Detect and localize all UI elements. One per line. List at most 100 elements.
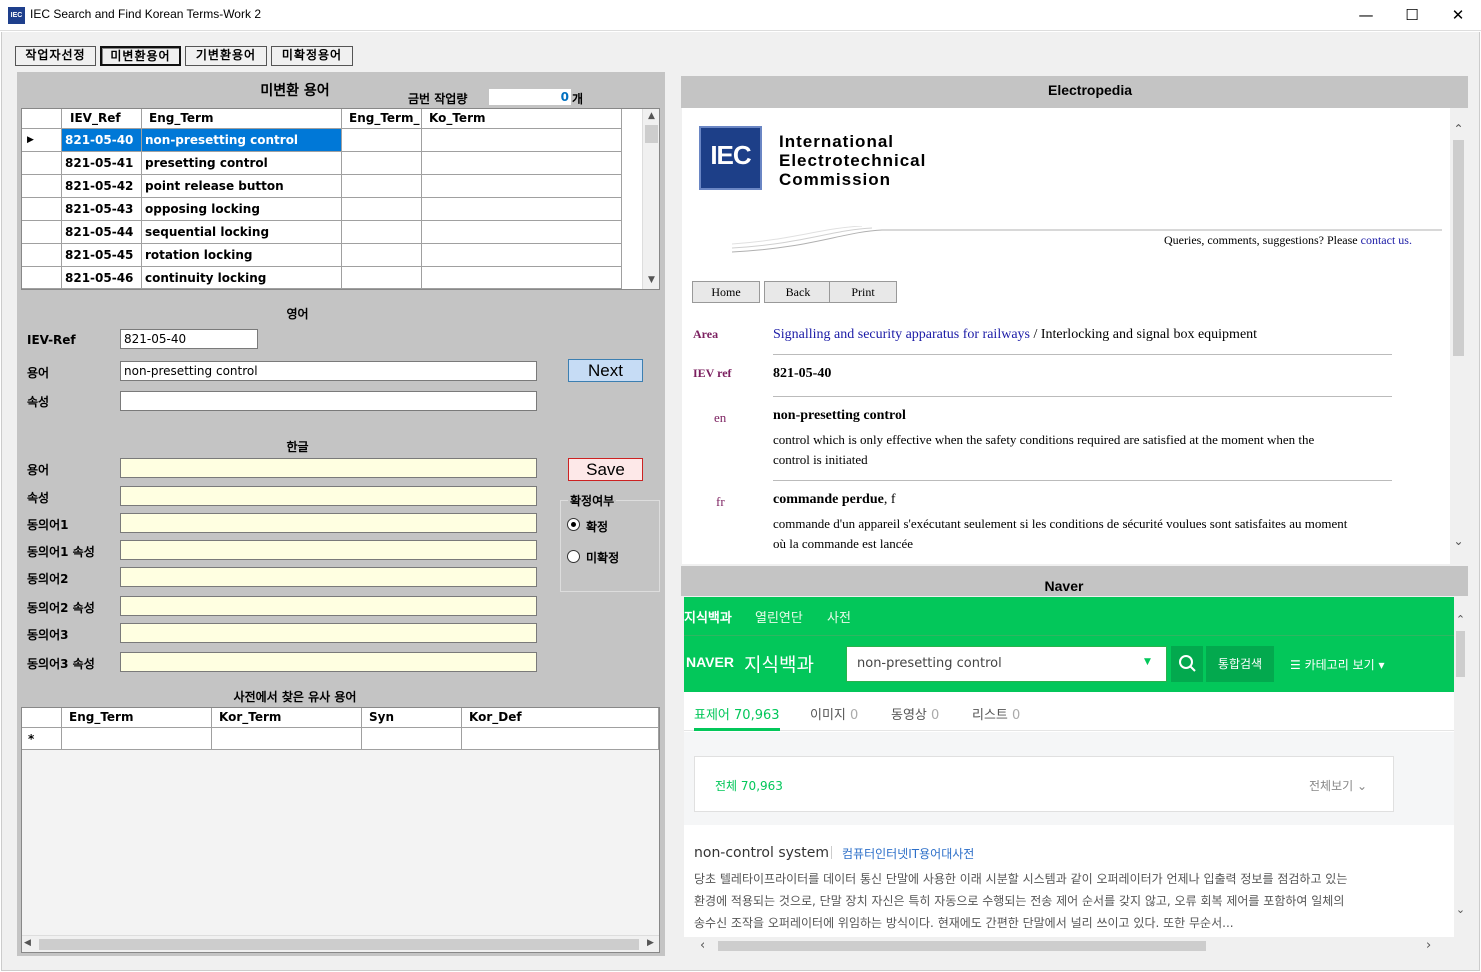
- table-cell[interactable]: [342, 129, 422, 152]
- table-cell-term[interactable]: presetting control: [142, 152, 342, 175]
- save-button[interactable]: Save: [568, 458, 643, 481]
- table-cell[interactable]: [342, 175, 422, 198]
- naver-service-name[interactable]: 지식백과: [744, 650, 814, 677]
- similar-terms-grid[interactable]: Eng_Term Kor_Term Syn Kor_Def * ◀ ▶: [21, 707, 660, 953]
- table-cell[interactable]: [212, 728, 362, 750]
- tab-lists[interactable]: 리스트 0: [972, 704, 1020, 723]
- scroll-right-icon[interactable]: ›: [1426, 938, 1431, 953]
- electropedia-vertical-scrollbar[interactable]: ⌃ ⌄: [1450, 108, 1467, 564]
- close-button[interactable]: ✕: [1435, 0, 1481, 31]
- confirm-no-radio[interactable]: [567, 550, 580, 563]
- table-cell[interactable]: [422, 221, 622, 244]
- synonym1-field[interactable]: [120, 513, 537, 533]
- home-button[interactable]: Home: [692, 281, 760, 303]
- naver-logo[interactable]: NAVER: [686, 654, 734, 670]
- table-cell[interactable]: [422, 152, 622, 175]
- electropedia-browser[interactable]: IEC International Electrotechnical Commi…: [682, 108, 1467, 564]
- naver-top-tab[interactable]: 사전: [827, 607, 851, 626]
- unconverted-terms-grid[interactable]: IEV_Ref Eng_Term Eng_Term_ Ko_Term ▶ 821…: [21, 108, 660, 290]
- kor-attr-field[interactable]: [120, 486, 537, 506]
- result-source-link[interactable]: 컴퓨터인터넷IT용어대사전: [842, 845, 974, 862]
- tab-converted-terms[interactable]: 기변환용어: [185, 46, 267, 66]
- column-header[interactable]: IEV_Ref: [62, 109, 142, 129]
- tab-headword[interactable]: 표제어 70,963: [694, 704, 780, 723]
- table-cell-ref[interactable]: 821-05-46: [62, 267, 142, 289]
- scroll-thumb[interactable]: [39, 939, 639, 950]
- scroll-down-icon[interactable]: ⌄: [1454, 903, 1467, 916]
- table-cell[interactable]: [342, 198, 422, 221]
- kor-term-field[interactable]: [120, 458, 537, 478]
- synonym3-attr-field[interactable]: [120, 652, 537, 672]
- confirm-yes-radio[interactable]: [567, 518, 580, 531]
- table-cell[interactable]: [462, 728, 659, 750]
- column-header[interactable]: Eng_Term_: [342, 109, 422, 129]
- row-header[interactable]: [22, 221, 62, 244]
- confirm-no-label[interactable]: 미확정: [586, 549, 619, 566]
- integrated-search-button[interactable]: 통합검색: [1206, 646, 1274, 682]
- synonym1-attr-field[interactable]: [120, 540, 537, 560]
- tab-worker-select[interactable]: 작업자선정: [15, 46, 96, 66]
- english-term-field[interactable]: [120, 361, 537, 381]
- table-cell-ref[interactable]: 821-05-42: [62, 175, 142, 198]
- column-header[interactable]: Eng_Term: [62, 708, 212, 728]
- back-button[interactable]: Back: [764, 281, 832, 303]
- scroll-thumb[interactable]: [1453, 140, 1464, 356]
- table-cell[interactable]: [422, 175, 622, 198]
- tab-images[interactable]: 이미지 0: [810, 704, 858, 723]
- scroll-thumb[interactable]: [718, 941, 1206, 951]
- ievref-field[interactable]: [120, 329, 258, 349]
- table-cell-term[interactable]: continuity locking: [142, 267, 342, 289]
- table-cell-term[interactable]: sequential locking: [142, 221, 342, 244]
- column-header[interactable]: Ko_Term: [422, 109, 622, 129]
- category-view-button[interactable]: ☰ 카테고리 보기 ▾: [1290, 656, 1384, 673]
- synonym2-attr-field[interactable]: [120, 596, 537, 616]
- table-cell-ref[interactable]: 821-05-44: [62, 221, 142, 244]
- table-cell[interactable]: [422, 129, 622, 152]
- scroll-thumb[interactable]: [1456, 631, 1465, 677]
- scroll-thumb[interactable]: [645, 125, 658, 143]
- scroll-right-icon[interactable]: ▶: [647, 938, 654, 948]
- naver-horizontal-scrollbar[interactable]: ‹ ›: [684, 937, 1454, 955]
- tab-unconverted-terms[interactable]: 미변환용어: [100, 46, 181, 66]
- table-cell[interactable]: [422, 267, 622, 289]
- result-title[interactable]: non-control system: [694, 845, 829, 861]
- scroll-down-icon[interactable]: ▼: [643, 275, 660, 285]
- table-cell-ref[interactable]: 821-05-43: [62, 198, 142, 221]
- table-cell-ref[interactable]: 821-05-40: [62, 129, 142, 152]
- naver-search-input[interactable]: non-presetting control: [857, 656, 1002, 671]
- column-header[interactable]: Eng_Term: [142, 109, 342, 129]
- print-button[interactable]: Print: [829, 281, 897, 303]
- table-cell-ref[interactable]: 821-05-45: [62, 244, 142, 267]
- row-header[interactable]: [22, 198, 62, 221]
- row-header[interactable]: [22, 244, 62, 267]
- table-cell-term[interactable]: non-presetting control: [142, 129, 342, 152]
- scroll-up-icon[interactable]: ⌃: [1454, 613, 1467, 626]
- contact-link[interactable]: contact us.: [1361, 233, 1412, 247]
- maximize-button[interactable]: ☐: [1389, 0, 1435, 31]
- table-cell[interactable]: [62, 728, 212, 750]
- table-cell[interactable]: [342, 267, 422, 289]
- row-header[interactable]: [22, 175, 62, 198]
- synonym2-field[interactable]: [120, 567, 537, 587]
- naver-vertical-scrollbar[interactable]: ⌃ ⌄: [1454, 597, 1467, 955]
- naver-top-tab[interactable]: 열린연단: [755, 607, 803, 626]
- scroll-up-icon[interactable]: ⌃: [1450, 122, 1467, 136]
- table-cell-term[interactable]: point release button: [142, 175, 342, 198]
- view-all-button[interactable]: 전체보기 ⌄: [1309, 777, 1367, 794]
- column-header[interactable]: Syn: [362, 708, 462, 728]
- english-attr-field[interactable]: [120, 391, 537, 411]
- next-button[interactable]: Next: [568, 359, 643, 382]
- column-header[interactable]: Kor_Term: [212, 708, 362, 728]
- naver-browser[interactable]: 지식백과 열린연단 사전 NAVER 지식백과 non-presetting c…: [684, 597, 1467, 955]
- tab-videos[interactable]: 동영상 0: [891, 704, 939, 723]
- dropdown-arrow-icon[interactable]: ▼: [1144, 657, 1151, 667]
- grid-vertical-scrollbar[interactable]: ▲ ▼: [642, 109, 659, 289]
- scroll-up-icon[interactable]: ▲: [643, 111, 660, 121]
- row-header[interactable]: [22, 267, 62, 289]
- table-cell[interactable]: [422, 244, 622, 267]
- table-cell-term[interactable]: rotation locking: [142, 244, 342, 267]
- naver-search-button[interactable]: [1171, 646, 1203, 682]
- column-header[interactable]: Kor_Def: [462, 708, 659, 728]
- minimize-button[interactable]: —: [1343, 0, 1389, 31]
- tab-unconfirmed-terms[interactable]: 미확정용어: [271, 46, 353, 66]
